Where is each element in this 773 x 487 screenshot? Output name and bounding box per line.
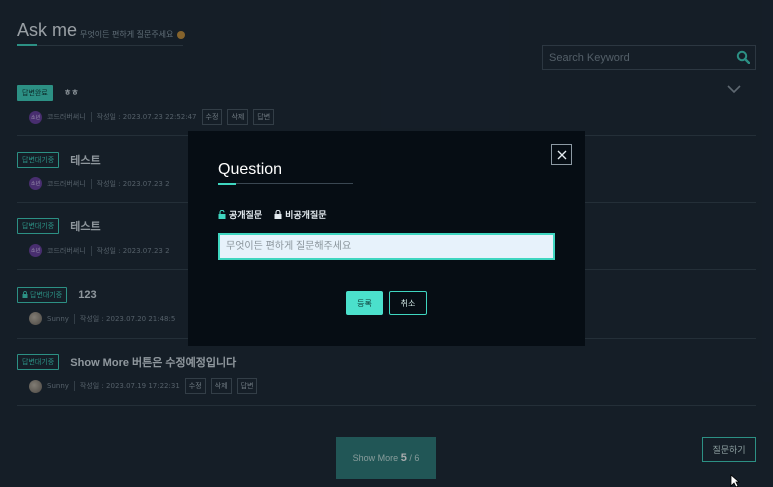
submit-button[interactable]: 등록 (346, 291, 383, 315)
modal-title: Question (218, 161, 283, 178)
modal-title-divider (218, 183, 353, 184)
close-icon (557, 150, 566, 159)
privacy-options: 공개질문 비공개질문 (218, 208, 327, 221)
question-modal: Question 공개질문 비공개질문 무엇이든 편하게 질문해주세요 등록 취… (188, 131, 585, 346)
private-option[interactable]: 비공개질문 (274, 208, 327, 221)
close-button[interactable] (551, 144, 572, 165)
unlock-icon (218, 210, 226, 219)
public-label: 공개질문 (229, 211, 263, 221)
lock-icon (274, 210, 282, 219)
question-input[interactable] (218, 233, 555, 260)
mouse-cursor-icon (730, 474, 740, 487)
cancel-button[interactable]: 취소 (389, 291, 427, 315)
private-label: 비공개질문 (285, 211, 327, 221)
qa-page: Ask me 무엇이든 편하게 질문주세요 답변완료 ㅎㅎ 소년 코드러버써니 … (0, 0, 773, 487)
modal-title-accent (218, 183, 236, 185)
public-option[interactable]: 공개질문 (218, 208, 262, 221)
